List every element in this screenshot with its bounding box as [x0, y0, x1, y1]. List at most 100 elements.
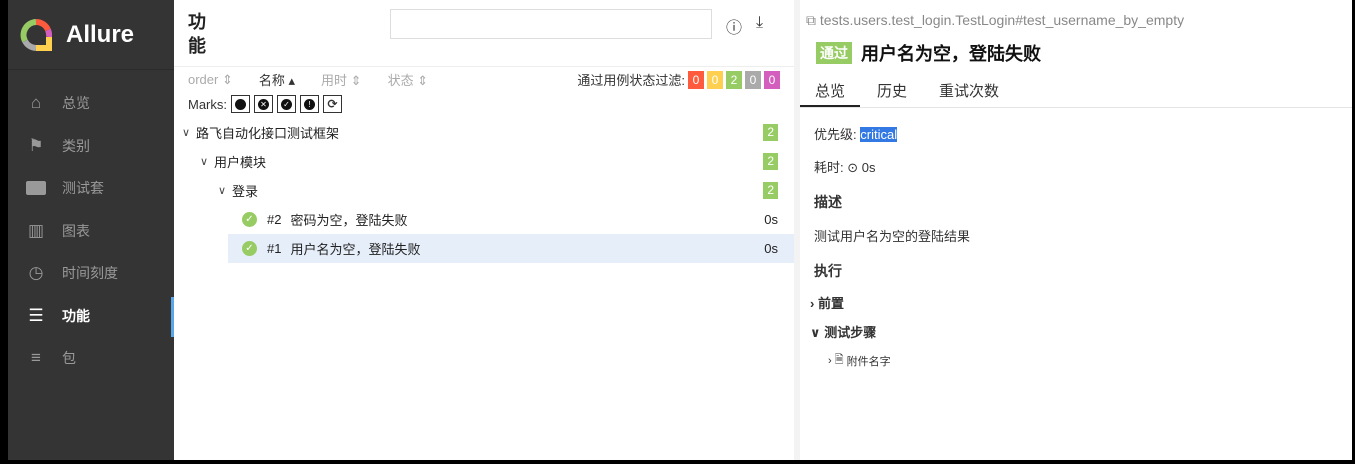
sidebar-item-suites[interactable]: 测试套: [8, 167, 174, 210]
description-text: 测试用户名为空的登陆结果: [814, 229, 971, 244]
new-passed-mark-toggle[interactable]: ✓: [277, 95, 296, 113]
test-uid: tests.users.test_login.TestLogin#test_us…: [819, 12, 1185, 28]
chevron-down-icon: ∨: [182, 127, 191, 139]
tree-group[interactable]: ∨ 用户模块 2: [174, 147, 794, 176]
download-icon[interactable]: ⤓: [756, 14, 763, 32]
sort-name[interactable]: 名称 ▴: [259, 70, 295, 89]
search-input[interactable]: [390, 9, 712, 39]
filter-unknown[interactable]: 0: [764, 70, 780, 89]
sort-label: 用时: [321, 73, 348, 88]
sort-label: order: [188, 71, 219, 87]
sort-duration[interactable]: 用时 ⇕: [321, 70, 362, 89]
group-count: 2: [763, 182, 778, 199]
info-icon[interactable]: ⓘ: [726, 14, 742, 38]
tab-history[interactable]: 历史: [862, 76, 922, 107]
chevron-right-icon: ›: [828, 354, 832, 367]
case-name: 密码为空，登陆失败: [290, 213, 408, 228]
sidebar-item-behaviors[interactable]: ☰ 功能: [8, 295, 174, 338]
setup-label: 前置: [817, 296, 844, 311]
case-number: #2: [267, 212, 282, 227]
attachment-name: 附件名字: [846, 355, 891, 368]
filter-broken[interactable]: 0: [707, 70, 723, 89]
steps-toggle[interactable]: ∨ 测试步骤: [810, 322, 970, 341]
nav-label: 包: [62, 350, 76, 367]
brand[interactable]: Allure: [8, 0, 174, 70]
setup-toggle[interactable]: › 前置: [810, 293, 970, 312]
home-icon: ⌂: [30, 93, 42, 113]
allure-logo-icon: [20, 18, 52, 51]
attachment-row[interactable]: › 🗎 附件名字: [828, 351, 970, 370]
page-title: 功能: [188, 12, 206, 56]
passed-icon: ✓: [242, 241, 257, 256]
steps-label: 测试步骤: [824, 325, 877, 340]
filter-passed[interactable]: 2: [726, 70, 742, 89]
nav-label: 功能: [62, 307, 90, 324]
tree-group[interactable]: ∨ 登录 2: [174, 176, 794, 205]
group-label: 用户模块: [214, 155, 267, 170]
nav-label: 测试套: [62, 180, 104, 197]
execution-heading: 执行: [814, 263, 842, 279]
flag-icon: ⚑: [28, 135, 44, 155]
align-left-icon: ≡: [31, 348, 41, 368]
times-circle-icon: ✕: [258, 98, 269, 110]
bar-chart-icon: ▥: [27, 220, 45, 240]
test-case-row[interactable]: ✓ #1 用户名为空，登陆失败 0s: [228, 234, 794, 263]
clock-icon: ◷: [28, 263, 44, 283]
tab-overview[interactable]: 总览: [800, 76, 861, 107]
sidebar-item-graphs[interactable]: ▥ 图表: [8, 210, 174, 253]
tree-group[interactable]: ∨ 路飞自动化接口测试框架 2: [174, 118, 794, 147]
new-broken-mark-toggle[interactable]: !: [300, 95, 319, 113]
case-duration: 0s: [764, 212, 778, 227]
nav-label: 总览: [62, 95, 90, 112]
sidebar-item-categories[interactable]: ⚑ 类别: [8, 125, 174, 168]
group-label: 登录: [232, 184, 259, 199]
new-failed-mark-toggle[interactable]: ✕: [254, 95, 273, 113]
exclamation-circle-icon: !: [304, 98, 315, 110]
test-case-row[interactable]: ✓ #2 密码为空，登陆失败 0s: [174, 205, 794, 234]
marks-label: Marks:: [188, 96, 227, 112]
file-icon: 🗎: [834, 354, 844, 366]
nav-label: 类别: [62, 137, 90, 154]
test-detail-pane: ⧉ tests.users.test_login.TestLogin#test_…: [800, 0, 1352, 460]
check-circle-icon: ✓: [281, 98, 292, 110]
sidebar-item-packages[interactable]: ≡ 包: [8, 337, 174, 380]
group-label: 路飞自动化接口测试框架: [196, 126, 340, 141]
group-count: 2: [763, 153, 778, 170]
severity-value: critical: [860, 127, 898, 142]
group-count: 2: [763, 124, 778, 141]
sidebar-item-overview[interactable]: ⌂ 总览: [8, 82, 174, 125]
duration-value: 0s: [861, 160, 876, 175]
test-title: 用户名为空，登陆失败: [861, 44, 1041, 64]
tree-pane: 功能 ⓘ ⤓ order ⇕ 名称 ▴ 用时 ⇕ 状态 ⇕ 通过用例状态过滤: …: [174, 0, 794, 460]
case-name: 用户名为空，登陆失败: [290, 242, 421, 257]
clock-icon: ⊙: [847, 160, 859, 175]
briefcase-icon: [25, 179, 47, 197]
nav-label: 图表: [62, 222, 90, 239]
chevron-right-icon: ›: [810, 296, 815, 311]
bomb-icon: [235, 98, 246, 110]
sort-order[interactable]: order ⇕: [188, 72, 233, 88]
filter-failed[interactable]: 0: [688, 70, 704, 89]
case-duration: 0s: [764, 241, 778, 256]
sort-status[interactable]: 状态 ⇕: [388, 70, 429, 89]
duration-label: 耗时:: [814, 160, 844, 175]
sidebar-item-timeline[interactable]: ◷ 时间刻度: [8, 252, 174, 295]
chevron-down-icon: ∨: [200, 156, 209, 168]
nav-label: 时间刻度: [62, 265, 118, 282]
list-icon: ☰: [28, 305, 44, 325]
flaky-mark-toggle[interactable]: [231, 95, 250, 113]
severity-label: 优先级:: [814, 127, 857, 142]
description-heading: 描述: [814, 194, 842, 210]
status-badge: 通过: [816, 42, 852, 64]
filter-skipped[interactable]: 0: [745, 70, 761, 89]
retries-mark-toggle[interactable]: ⟳: [323, 95, 342, 113]
copy-icon[interactable]: ⧉: [806, 12, 816, 28]
case-number: #1: [267, 241, 282, 256]
tab-retries[interactable]: 重试次数: [924, 76, 1014, 107]
passed-icon: ✓: [242, 212, 257, 227]
refresh-icon: ⟳: [327, 97, 338, 111]
brand-name: Allure: [66, 20, 135, 48]
sort-label: 状态: [387, 73, 414, 88]
sort-label: 名称: [258, 73, 285, 88]
chevron-down-icon: ∨: [810, 325, 821, 340]
